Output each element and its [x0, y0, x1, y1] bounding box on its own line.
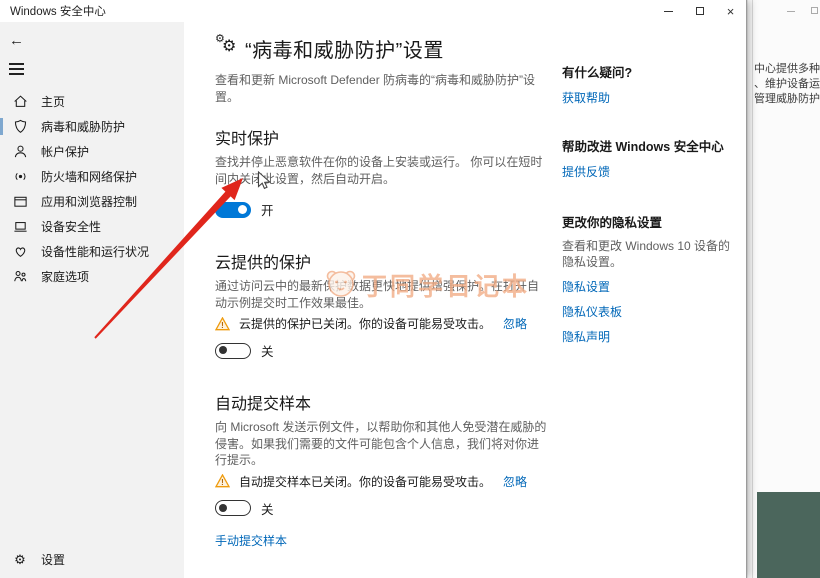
main-content: ⚙ ⚙ “病毒和威胁防护”设置 查看和更新 Microsoft Defender … — [214, 22, 547, 578]
section-body: 向 Microsoft 发送示例文件，以帮助你和其他人免受潜在威胁的侵害。如果我… — [215, 420, 547, 468]
person-icon — [12, 143, 28, 159]
cloud-protection-toggle[interactable] — [215, 342, 251, 359]
background-text-line: 中心提供多种选项来 — [754, 63, 820, 75]
feedback-heading: 帮助改进 Windows 安全中心 — [562, 140, 724, 154]
toggle-state-label: 关 — [261, 345, 274, 360]
gear-icon: ⚙ — [14, 551, 26, 567]
page-subtitle: 查看和更新 Microsoft Defender 防病毒的“病毒和威胁防护”设置… — [215, 73, 536, 104]
sidebar-item-device-security[interactable]: 设备安全性 — [0, 214, 184, 239]
sidebar-item-account-protection[interactable]: 帐户保护 — [0, 139, 184, 164]
page-title: “病毒和威胁防护”设置 — [245, 40, 444, 62]
warning-icon: ! — [214, 473, 231, 488]
sidebar-item-home[interactable]: 主页 — [0, 89, 184, 114]
family-icon — [12, 268, 28, 284]
privacy-body: 查看和更改 Windows 10 设备的隐私设置。 — [562, 239, 731, 270]
background-window: 中心提供多种选项来 、维护设备运行状 管理威胁防护设置 — [748, 0, 820, 578]
toggle-knob — [219, 503, 227, 512]
background-window-text: 中心提供多种选项来 、维护设备运行状 管理威胁防护设置 — [754, 62, 820, 107]
toggle-state-label: 关 — [261, 502, 274, 517]
close-button[interactable]: × — [715, 0, 746, 22]
section-body: 通过访问云中的最新保护数据更快地提供增强保护。在打开自动示例提交时工作效果最佳。 — [215, 279, 540, 310]
background-window-controls — [787, 5, 818, 14]
provide-feedback-link[interactable]: 提供反馈 — [562, 163, 610, 180]
sidebar-item-firewall-network[interactable]: 防火墙和网络保护 — [0, 164, 184, 189]
cloud-protection-warning: ! 云提供的保护已关闭。你的设备可能易受攻击。 忽略 — [214, 315, 527, 332]
background-text-line: 、维护设备运行状 — [754, 78, 820, 90]
background-text-line: 管理威胁防护设置 — [754, 93, 820, 105]
settings-gears-icon: ⚙ ⚙ — [215, 33, 237, 55]
window-title: Windows 安全中心 — [10, 6, 106, 18]
desktop-background — [757, 492, 820, 578]
sidebar-item-label: 设备安全性 — [41, 219, 102, 234]
minimize-icon — [664, 10, 673, 12]
privacy-settings-link[interactable]: 隐私设置 — [562, 278, 610, 295]
section-heading-realtime-protection: 实时保护 — [215, 131, 280, 148]
svg-text:!: ! — [221, 478, 224, 487]
question-heading: 有什么疑问? — [562, 66, 633, 80]
sidebar-item-device-performance[interactable]: 设备性能和运行状况 — [0, 239, 184, 264]
realtime-protection-toggle-row: 开 — [215, 200, 547, 219]
hamburger-icon — [9, 63, 25, 75]
maximize-button[interactable] — [684, 0, 715, 22]
toggle-knob — [219, 346, 227, 355]
sample-submission-toggle[interactable] — [215, 500, 251, 517]
menu-button[interactable] — [9, 63, 25, 75]
toggle-state-label: 开 — [261, 204, 274, 219]
sidebar-item-app-browser-control[interactable]: 应用和浏览器控制 — [0, 189, 184, 214]
windows-security-window: Windows 安全中心 × ← 主页 病毒和威胁防护 帐户保护 防火墙和网络保… — [0, 0, 747, 578]
maximize-icon — [695, 7, 704, 15]
realtime-protection-toggle[interactable] — [215, 201, 251, 218]
sidebar-item-virus-threat-protection[interactable]: 病毒和威胁防护 — [0, 114, 184, 139]
background-minimize-icon — [787, 11, 795, 12]
warning-text: 云提供的保护已关闭。你的设备可能易受攻击。 — [239, 317, 492, 332]
get-help-link[interactable]: 获取帮助 — [562, 89, 610, 106]
sidebar: ← 主页 病毒和威胁防护 帐户保护 防火墙和网络保护 应用和浏览器控制 设备安全… — [0, 22, 184, 578]
sidebar-item-label: 设置 — [41, 553, 66, 567]
sidebar-item-label: 应用和浏览器控制 — [41, 194, 138, 209]
back-button[interactable]: ← — [9, 32, 29, 49]
network-icon — [12, 168, 28, 184]
toggle-knob — [238, 205, 247, 215]
sidebar-item-label: 帐户保护 — [41, 144, 90, 159]
privacy-statement-link[interactable]: 隐私声明 — [562, 328, 610, 345]
sidebar-item-family-options[interactable]: 家庭选项 — [0, 264, 184, 289]
sidebar-item-label: 主页 — [41, 94, 66, 109]
section-heading-sample-submission: 自动提交样本 — [215, 396, 312, 414]
section-body: 查找并停止恶意软件在你的设备上安装或运行。 你可以在短时间内关闭此设置，然后自动… — [215, 155, 543, 186]
background-maximize-icon — [811, 7, 818, 14]
minimize-button[interactable] — [653, 0, 684, 22]
shield-icon — [12, 118, 28, 134]
home-icon — [12, 93, 28, 109]
sample-submission-warning: ! 自动提交样本已关闭。你的设备可能易受攻击。 忽略 — [214, 473, 527, 490]
device-icon — [12, 218, 28, 234]
background-window-edge — [752, 0, 753, 578]
privacy-heading: 更改你的隐私设置 — [562, 216, 663, 230]
privacy-dashboard-link[interactable]: 隐私仪表板 — [562, 303, 622, 320]
sidebar-item-label: 家庭选项 — [41, 269, 90, 284]
svg-text:!: ! — [221, 321, 224, 330]
health-icon — [12, 243, 28, 259]
sample-submission-toggle-row: 关 — [215, 499, 547, 518]
apps-icon — [12, 193, 28, 209]
help-panel: 有什么疑问? 获取帮助 帮助改进 Windows 安全中心 提供反馈 更改你的隐… — [562, 22, 740, 345]
ignore-link[interactable]: 忽略 — [503, 315, 527, 332]
section-heading-cloud-protection: 云提供的保护 — [215, 255, 312, 273]
sidebar-item-settings[interactable]: ⚙ 设置 — [0, 547, 184, 572]
warning-text: 自动提交样本已关闭。你的设备可能易受攻击。 — [239, 474, 492, 489]
warning-icon: ! — [214, 316, 231, 331]
manual-sample-submission-link[interactable]: 手动提交样本 — [215, 532, 287, 549]
cloud-protection-toggle-row: 关 — [215, 341, 547, 360]
sidebar-item-label: 病毒和威胁防护 — [41, 119, 126, 134]
ignore-link[interactable]: 忽略 — [503, 473, 527, 490]
back-arrow-icon: ← — [9, 32, 24, 49]
titlebar: Windows 安全中心 × — [0, 0, 746, 22]
sidebar-item-label: 防火墙和网络保护 — [41, 169, 138, 184]
sidebar-item-label: 设备性能和运行状况 — [41, 244, 150, 259]
